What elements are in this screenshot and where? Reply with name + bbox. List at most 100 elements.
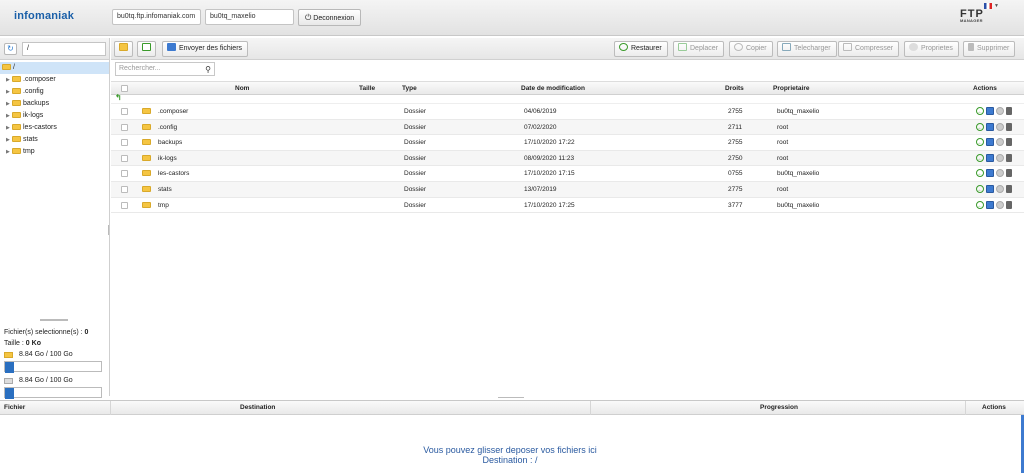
column-type[interactable]: Type: [402, 82, 417, 96]
delete-button[interactable]: Supprimer: [963, 41, 1016, 57]
move-icon: [678, 43, 687, 51]
new-folder-button[interactable]: [114, 41, 133, 57]
vertical-resize-handle[interactable]: [108, 225, 110, 235]
tree-root[interactable]: /: [0, 62, 109, 74]
restore-icon[interactable]: ←: [976, 153, 984, 162]
row-name[interactable]: .config: [158, 120, 177, 135]
tree-item[interactable]: ▶ .config: [0, 86, 109, 98]
host-field[interactable]: bu0tq.ftp.infomaniak.com: [112, 9, 201, 25]
selection-info: Fichier(s) selectionne(s) : 0 Taille : 0…: [0, 323, 110, 405]
restore-icon[interactable]: ←: [976, 107, 984, 115]
refresh-icon[interactable]: ↻: [4, 43, 17, 55]
restore-icon[interactable]: ←: [976, 200, 984, 209]
row-name[interactable]: stats: [158, 182, 172, 197]
info-icon[interactable]: [996, 138, 1004, 147]
parent-folder-icon[interactable]: ↰: [115, 93, 122, 102]
trash-icon[interactable]: [1006, 153, 1012, 162]
search-icon[interactable]: ⚲: [205, 64, 211, 76]
trash-icon[interactable]: [1006, 138, 1012, 147]
row-actions: ←: [976, 169, 1012, 178]
restore-icon[interactable]: ←: [976, 169, 984, 178]
table-row[interactable]: .config Dossier 07/02/2020 2711 root ←: [111, 119, 1024, 136]
column-rights[interactable]: Droits: [725, 82, 744, 96]
table-row[interactable]: ik-logs Dossier 08/09/2020 11:23 2750 root ←: [111, 150, 1024, 167]
tree-item[interactable]: ▶ ik-logs: [0, 110, 109, 122]
row-checkbox[interactable]: [121, 123, 128, 131]
download-icon[interactable]: [986, 200, 994, 209]
download-icon[interactable]: [986, 107, 994, 115]
trash-icon: [968, 43, 974, 51]
table-row[interactable]: backups Dossier 17/10/2020 17:22 2755 root ←: [111, 135, 1024, 151]
table-row[interactable]: les-castors Dossier 17/10/2020 17:15 0755 bu…: [111, 166, 1024, 182]
info-icon[interactable]: [996, 184, 1004, 193]
folder-tree: / ▶ .composer ▶ .config ▶ backups ▶ ik-logs …: [0, 60, 109, 158]
table-row[interactable]: stats Dossier 13/07/2019 2775 root ←: [111, 181, 1024, 198]
trash-icon[interactable]: [1006, 107, 1012, 115]
download-icon[interactable]: [986, 169, 994, 178]
select-all-checkbox[interactable]: [121, 85, 128, 92]
column-name[interactable]: Nom: [235, 82, 249, 96]
move-button[interactable]: Deplacer: [673, 41, 725, 57]
parent-folder-row[interactable]: ↰: [111, 93, 1024, 104]
info-icon[interactable]: [996, 200, 1004, 209]
download-icon[interactable]: [986, 153, 994, 162]
tree-item[interactable]: ▶ .composer: [0, 74, 109, 86]
new-file-button[interactable]: [137, 41, 156, 57]
row-checkbox[interactable]: [121, 201, 128, 209]
table-row[interactable]: .composer Dossier 04/06/2019 2755 bu0tq_maxe…: [111, 104, 1024, 120]
row-checkbox[interactable]: [121, 185, 128, 193]
search-input[interactable]: Rechercher... ⚲: [115, 62, 215, 76]
row-name[interactable]: tmp: [158, 198, 169, 213]
info-icon[interactable]: [996, 169, 1004, 178]
row-checkbox[interactable]: [121, 170, 128, 178]
column-divider: [965, 401, 966, 415]
language-flag-icon[interactable]: [984, 3, 992, 9]
copy-button[interactable]: Copier: [729, 41, 773, 57]
trash-icon[interactable]: [1006, 122, 1012, 131]
info-icon[interactable]: [996, 122, 1004, 131]
column-size[interactable]: Taille: [359, 82, 375, 96]
row-name[interactable]: .composer: [158, 104, 188, 119]
tree-item[interactable]: ▶ stats: [0, 134, 109, 146]
row-checkbox[interactable]: [121, 154, 128, 162]
tree-item[interactable]: ▶ les-castors: [0, 122, 109, 134]
upload-button[interactable]: Envoyer des fichiers: [162, 41, 249, 57]
restore-icon[interactable]: ←: [976, 122, 984, 131]
row-checkbox[interactable]: [121, 108, 128, 115]
row-owner: root: [777, 185, 789, 193]
language-dropdown-icon[interactable]: ▼: [994, 3, 999, 9]
row-name[interactable]: ik-logs: [158, 151, 177, 166]
user-field[interactable]: bu0tq_maxelio: [205, 9, 294, 25]
path-input[interactable]: /: [22, 42, 106, 56]
download-button[interactable]: Telecharger: [777, 41, 837, 57]
trash-icon[interactable]: [1006, 169, 1012, 178]
row-name[interactable]: les-castors: [158, 166, 189, 181]
info-icon[interactable]: [996, 107, 1004, 115]
restore-button[interactable]: Restaurer: [614, 41, 668, 57]
drop-zone[interactable]: Vous pouvez glisser deposer vos fichiers…: [0, 445, 1020, 465]
trash-icon[interactable]: [1006, 200, 1012, 209]
panel-resize-handle[interactable]: [40, 319, 68, 321]
horizontal-resize-handle[interactable]: [498, 397, 524, 399]
tree-item[interactable]: ▶ backups: [0, 98, 109, 110]
restore-icon[interactable]: ←: [976, 184, 984, 193]
download-icon[interactable]: [986, 184, 994, 193]
folder-icon: [142, 154, 151, 161]
selected-count-value: 0: [84, 329, 89, 336]
row-name[interactable]: backups: [158, 135, 182, 150]
tree-item[interactable]: ▶ tmp: [0, 146, 109, 158]
compress-button[interactable]: Compresser: [838, 41, 900, 57]
info-icon[interactable]: [996, 153, 1004, 162]
column-owner[interactable]: Proprietaire: [773, 82, 810, 96]
download-icon[interactable]: [986, 122, 994, 131]
logout-button[interactable]: ⏻ Deconnexion: [298, 9, 362, 26]
restore-icon[interactable]: ←: [976, 138, 984, 147]
row-rights: 2755: [728, 139, 743, 147]
trash-icon[interactable]: [1006, 184, 1012, 193]
table-row[interactable]: tmp Dossier 17/10/2020 17:25 3777 bu0tq_maxe…: [111, 198, 1024, 214]
download-icon[interactable]: [986, 138, 994, 147]
row-checkbox[interactable]: [121, 139, 128, 147]
properties-button[interactable]: Proprietes: [904, 41, 959, 57]
column-date[interactable]: Date de modification: [521, 82, 585, 96]
column-divider: [590, 401, 591, 415]
